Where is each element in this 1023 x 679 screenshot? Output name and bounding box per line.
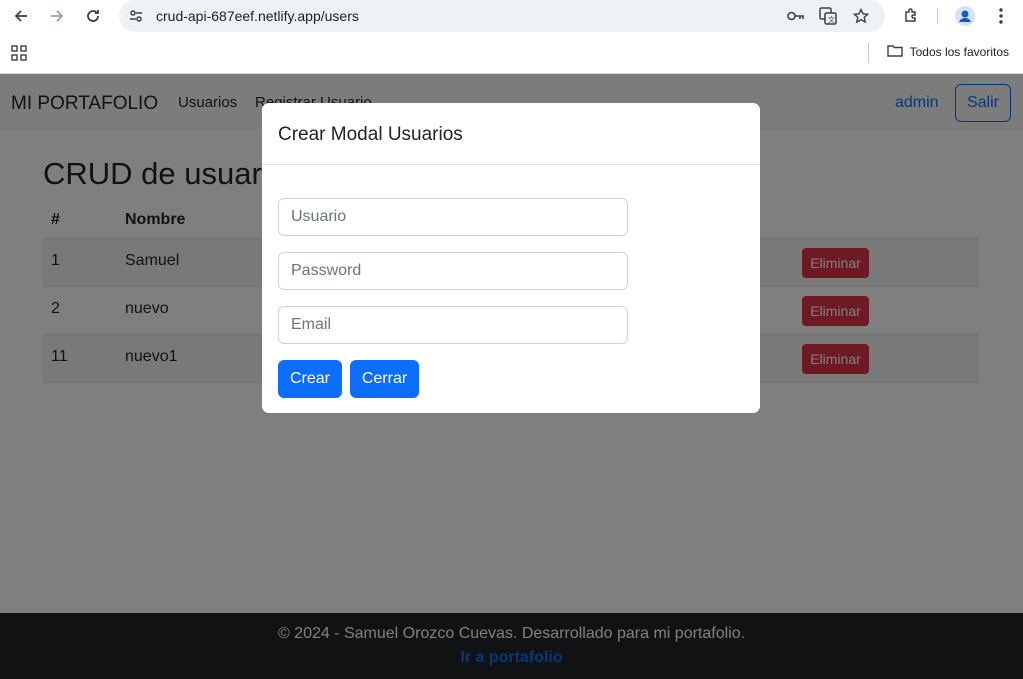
- email-input[interactable]: [278, 306, 628, 344]
- svg-text:文: 文: [828, 15, 835, 24]
- menu-dots-icon[interactable]: [988, 4, 1014, 28]
- folder-icon: [886, 44, 903, 60]
- bookmarks-bar: Todos los favoritos: [0, 33, 1023, 74]
- translate-icon[interactable]: 文: [817, 5, 839, 27]
- address-bar[interactable]: crud-api-687eef.netlify.app/users 文: [119, 0, 885, 32]
- close-button[interactable]: Cerrar: [350, 360, 419, 398]
- usuario-input[interactable]: [278, 198, 628, 236]
- password-input[interactable]: [278, 252, 628, 290]
- bookmarks-divider: [868, 43, 869, 63]
- key-icon[interactable]: [785, 5, 807, 27]
- extensions-icon[interactable]: [898, 4, 924, 28]
- browser-toolbar: crud-api-687eef.netlify.app/users 文: [0, 0, 1023, 33]
- create-user-modal: Crear Modal Usuarios Crear Cerrar: [262, 103, 760, 413]
- bookmarks-folder-label: Todos los favoritos: [909, 45, 1009, 59]
- toolbar-divider: [937, 8, 938, 24]
- modal-header: Crear Modal Usuarios: [262, 103, 760, 165]
- apps-grid-icon[interactable]: [11, 45, 27, 66]
- url-text: crud-api-687eef.netlify.app/users: [156, 8, 359, 24]
- site-info-icon[interactable]: [125, 5, 147, 27]
- bookmarks-folder[interactable]: Todos los favoritos: [886, 44, 1009, 60]
- reload-icon[interactable]: [80, 4, 106, 28]
- profile-icon[interactable]: [952, 4, 978, 28]
- forward-arrow-icon[interactable]: [44, 4, 70, 28]
- back-arrow-icon[interactable]: [8, 4, 34, 28]
- modal-title: Crear Modal Usuarios: [278, 124, 463, 145]
- star-icon[interactable]: [850, 5, 872, 27]
- create-button[interactable]: Crear: [278, 360, 342, 398]
